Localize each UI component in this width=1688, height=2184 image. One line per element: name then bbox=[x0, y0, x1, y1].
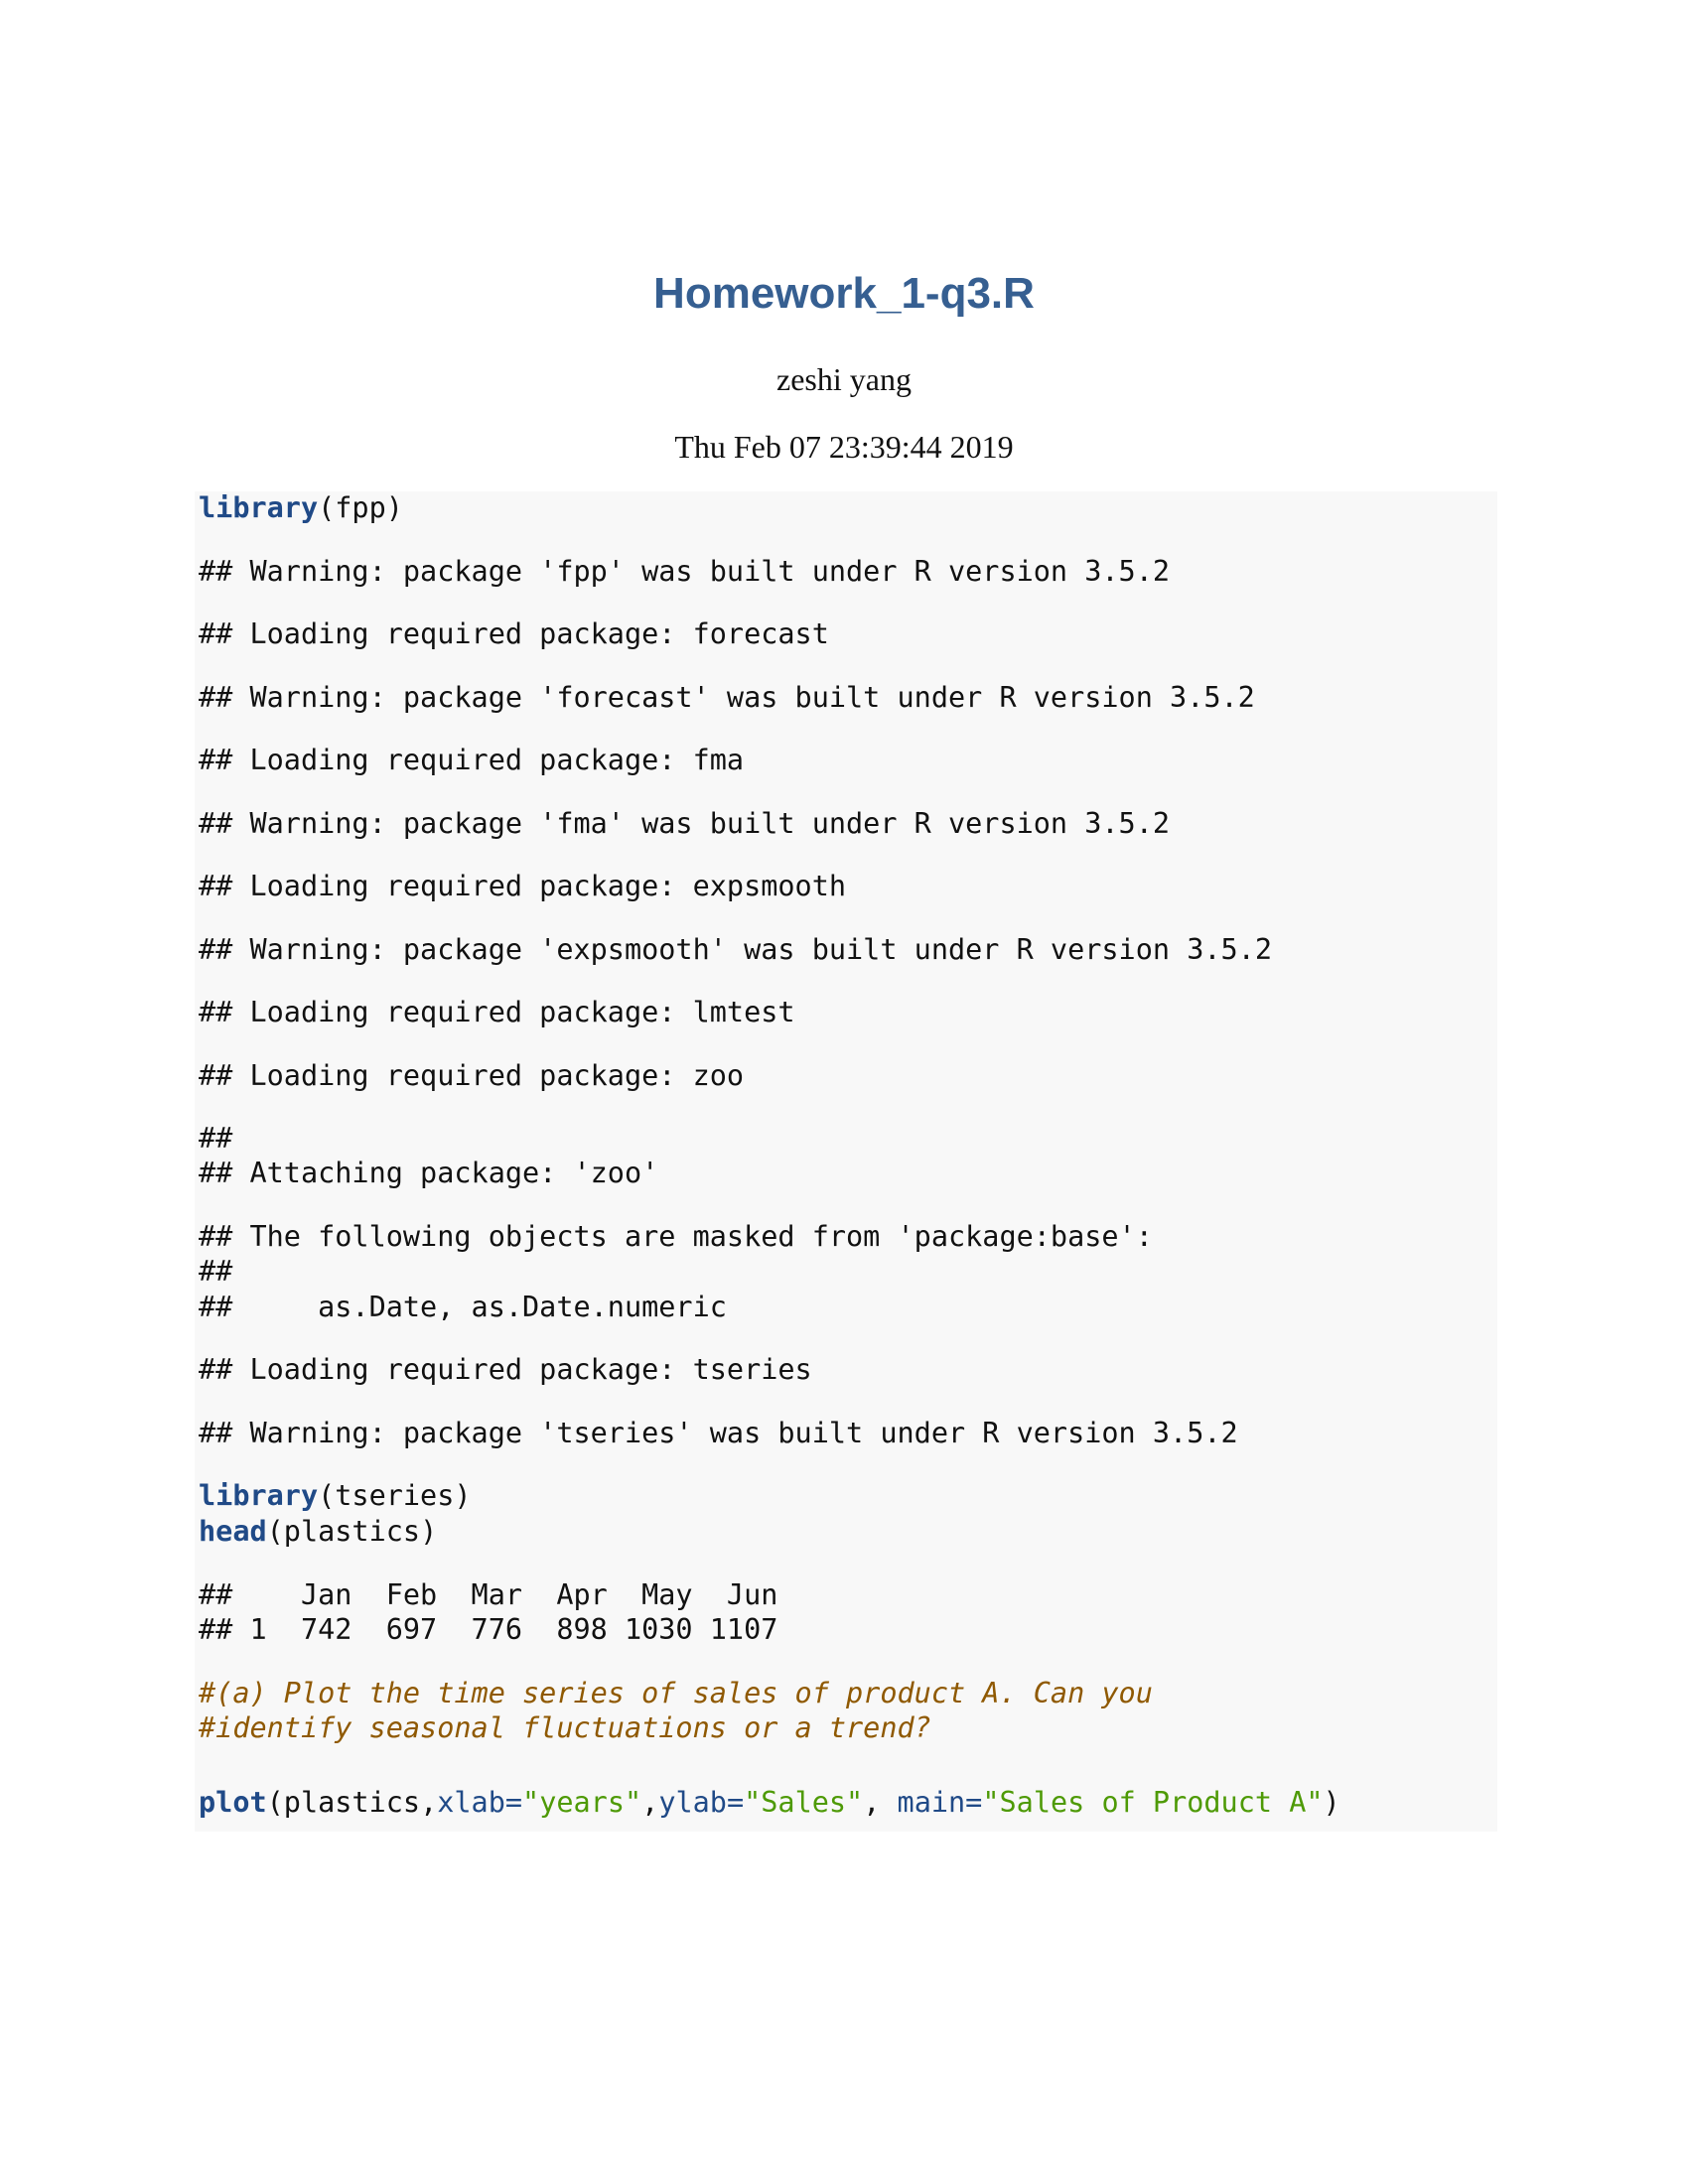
code-line-plot: plot(plastics,xlab="years",ylab="Sales",… bbox=[199, 1785, 1340, 1821]
date: Thu Feb 07 23:39:44 2019 bbox=[674, 429, 1014, 465]
output-line: ## The following objects are masked from… bbox=[199, 1220, 1153, 1253]
output-line: ## Warning: package 'fma' was built unde… bbox=[199, 807, 1171, 840]
code-comment: #identify seasonal fluctuations or a tre… bbox=[199, 1711, 931, 1744]
function-name: library bbox=[199, 1479, 319, 1512]
code-text: , bbox=[641, 1786, 659, 1819]
string-literal: "Sales" bbox=[744, 1786, 864, 1819]
output-line: ## Loading required package: lmtest bbox=[199, 996, 795, 1028]
author: zeshi yang bbox=[776, 361, 912, 397]
code-comment: #(a) Plot the time series of sales of pr… bbox=[199, 1677, 1153, 1709]
code-text: ) bbox=[1323, 1786, 1340, 1819]
output-line: ## bbox=[199, 1255, 233, 1288]
argument-name: ylab= bbox=[658, 1786, 745, 1819]
output-line: ## Warning: package 'expsmooth' was buil… bbox=[199, 933, 1272, 966]
output-line: ## Loading required package: tseries bbox=[199, 1353, 812, 1386]
code-text: , bbox=[863, 1786, 898, 1819]
output-line: ## Loading required package: fma bbox=[199, 744, 745, 776]
code-line-library-fpp: library(fpp) bbox=[199, 490, 403, 526]
output-line: ## bbox=[199, 1122, 233, 1155]
output-line: ## Loading required package: expsmooth bbox=[199, 870, 847, 902]
code-text: (plastics, bbox=[266, 1786, 438, 1819]
function-name: library bbox=[199, 491, 319, 524]
function-args: (plastics) bbox=[266, 1515, 438, 1548]
function-args: (tseries) bbox=[318, 1479, 472, 1512]
string-literal: "years" bbox=[522, 1786, 642, 1819]
page-title: Homework_1-q3.R bbox=[653, 269, 1035, 318]
output-table-row: ## 1 742 697 776 898 1030 1107 bbox=[199, 1613, 778, 1646]
argument-name: xlab= bbox=[437, 1786, 523, 1819]
code-line-library-tseries: library(tseries) bbox=[199, 1478, 472, 1514]
output-line: ## as.Date, as.Date.numeric bbox=[199, 1291, 727, 1323]
output-line: ## Loading required package: zoo bbox=[199, 1059, 745, 1092]
code-line-head-plastics: head(plastics) bbox=[199, 1514, 437, 1550]
output-line: ## Loading required package: forecast bbox=[199, 617, 829, 650]
output-table-header: ## Jan Feb Mar Apr May Jun bbox=[199, 1578, 778, 1611]
output-line: ## Attaching package: 'zoo' bbox=[199, 1157, 659, 1189]
function-name: head bbox=[199, 1515, 267, 1548]
string-literal: "Sales of Product A" bbox=[982, 1786, 1324, 1819]
argument-name: main= bbox=[897, 1786, 983, 1819]
function-name: plot bbox=[199, 1786, 267, 1819]
output-line: ## Warning: package 'fpp' was built unde… bbox=[199, 555, 1171, 588]
function-args: (fpp) bbox=[318, 491, 403, 524]
output-line: ## Warning: package 'forecast' was built… bbox=[199, 681, 1255, 714]
output-line: ## Warning: package 'tseries' was built … bbox=[199, 1417, 1238, 1449]
